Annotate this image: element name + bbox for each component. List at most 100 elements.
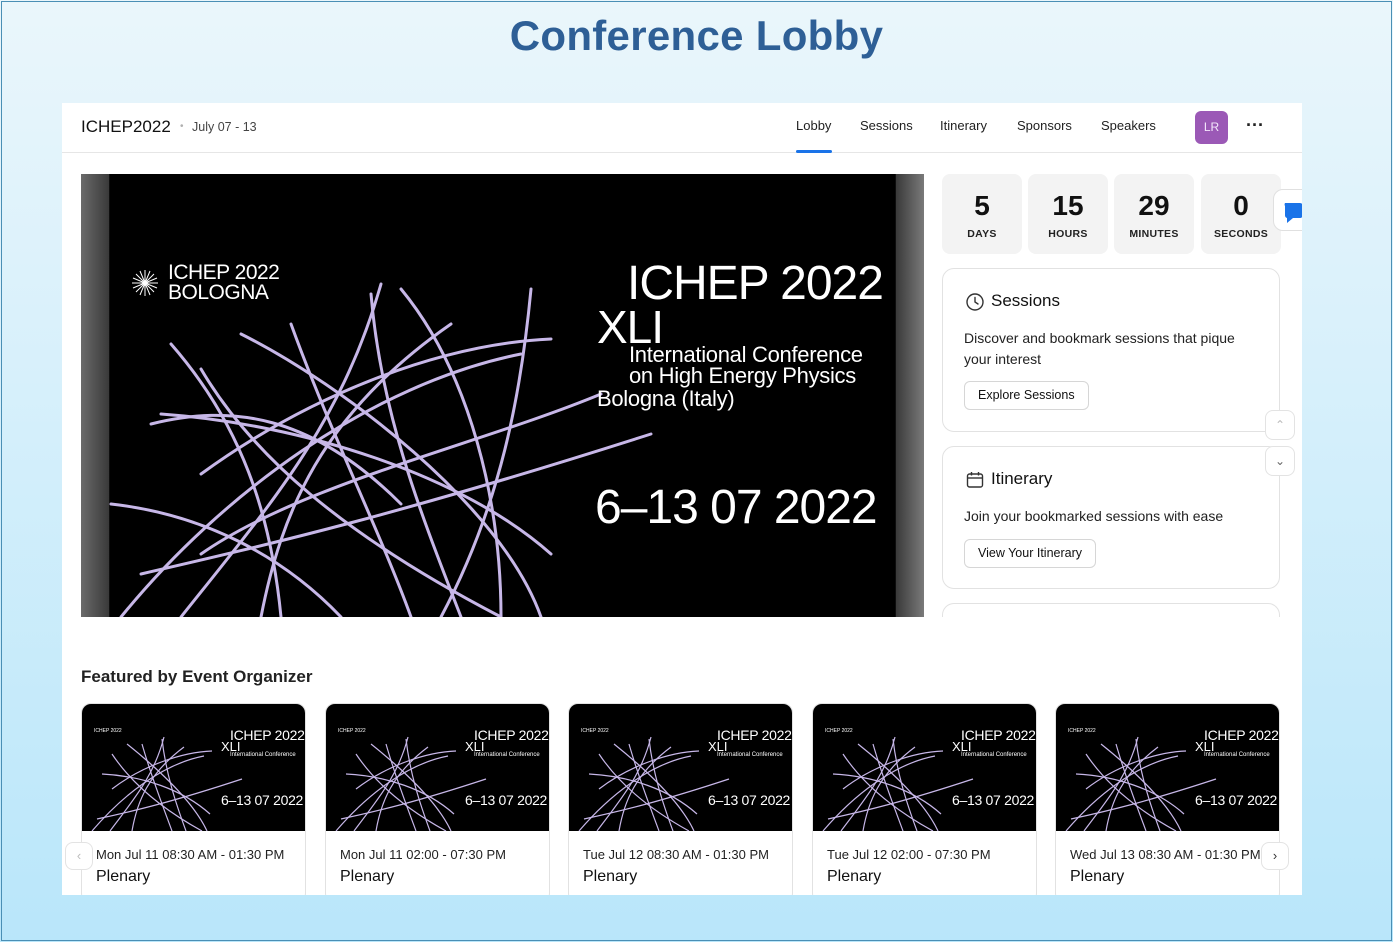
featured-name: Plenary [1070, 868, 1125, 885]
tab-sponsors[interactable]: Sponsors [1017, 118, 1072, 133]
top-bar: ICHEP2022 • July 07 - 13 Lobby Sessions … [62, 103, 1302, 153]
banner-logo-line1: ICHEP 2022 [168, 261, 280, 284]
thumbnail-subtitle: International Conference [1204, 752, 1270, 758]
thumbnail-logo: ICHEP 2022 [581, 728, 609, 734]
featured-card[interactable]: ICHEP 2022 ICHEP 2022 XLI International … [325, 703, 550, 895]
featured-card[interactable]: ICHEP 2022 ICHEP 2022 XLI International … [81, 703, 306, 895]
banner-title: ICHEP 2022 [627, 257, 884, 310]
bologna-logo-icon [132, 270, 158, 296]
featured-thumbnail: ICHEP 2022 ICHEP 2022 XLI International … [569, 704, 792, 831]
featured-time: Tue Jul 12 02:00 - 07:30 PM [827, 847, 991, 862]
app-window: ICHEP2022 • July 07 - 13 Lobby Sessions … [62, 103, 1302, 895]
countdown-label: HOURS [1048, 228, 1088, 240]
thumbnail-subtitle: International Conference [717, 752, 783, 758]
featured-time: Tue Jul 12 08:30 AM - 01:30 PM [583, 847, 769, 862]
thumbnail-date: 6–13 07 2022 [221, 792, 304, 808]
banner-logo-line2: BOLOGNA [168, 281, 269, 304]
featured-card[interactable]: ICHEP 2022 ICHEP 2022 XLI International … [812, 703, 1037, 895]
avatar[interactable]: LR [1195, 111, 1228, 144]
chevron-down-icon: ⌄ [1274, 454, 1286, 468]
featured-time: Mon Jul 11 08:30 AM - 01:30 PM [96, 847, 285, 862]
countdown-value: 15 [1052, 190, 1084, 221]
thumbnail-curves [335, 736, 487, 831]
thumbnail-date: 6–13 07 2022 [708, 792, 791, 808]
sessions-card-title: Sessions [991, 291, 1060, 310]
countdown-label: DAYS [967, 228, 997, 240]
countdown-label: SECONDS [1213, 228, 1269, 240]
calendar-icon [966, 472, 984, 488]
carousel-prev-button[interactable]: ‹ [65, 842, 93, 870]
thumbnail-curves [578, 736, 730, 831]
featured-name: Plenary [340, 868, 395, 885]
featured-card[interactable]: ICHEP 2022 ICHEP 2022 XLI International … [1055, 703, 1280, 895]
scroll-up-button[interactable]: ⌃ [1265, 410, 1295, 440]
chevron-right-icon: › [1272, 848, 1278, 863]
chat-bubble-icon [1284, 203, 1302, 223]
event-dates: July 07 - 13 [192, 120, 257, 134]
featured-time: Mon Jul 11 02:00 - 07:30 PM [340, 847, 506, 862]
featured-name: Plenary [96, 868, 151, 885]
thumbnail-logo: ICHEP 2022 [338, 728, 366, 734]
thumbnail-curves [822, 736, 974, 831]
thumbnail-title: ICHEP 2022 [230, 727, 305, 743]
chat-button[interactable] [1273, 189, 1302, 231]
countdown-label: MINUTES [1129, 228, 1179, 240]
scroll-down-button[interactable]: ⌄ [1265, 446, 1295, 476]
clock-icon [966, 293, 984, 311]
countdown-minutes: 29 MINUTES [1114, 174, 1194, 254]
thumbnail-subtitle: International Conference [230, 752, 296, 758]
chevron-up-icon: ⌃ [1274, 418, 1286, 432]
chevron-left-icon: ‹ [76, 848, 82, 863]
featured-time: Wed Jul 13 08:30 AM - 01:30 PM [1070, 847, 1261, 862]
thumbnail-title: ICHEP 2022 [717, 727, 792, 743]
countdown-value: 5 [974, 190, 990, 221]
tab-itinerary[interactable]: Itinerary [940, 118, 987, 133]
countdown-value: 0 [1233, 190, 1249, 221]
featured-thumbnail: ICHEP 2022 ICHEP 2022 XLI International … [1056, 704, 1279, 831]
thumbnail-curves [91, 736, 243, 831]
thumbnail-subtitle: International Conference [474, 752, 540, 758]
tab-speakers[interactable]: Speakers [1101, 118, 1156, 133]
thumbnail-date: 6–13 07 2022 [465, 792, 548, 808]
featured-thumbnail: ICHEP 2022 ICHEP 2022 XLI International … [326, 704, 549, 831]
countdown-hours: 15 HOURS [1028, 174, 1108, 254]
tab-lobby[interactable]: Lobby [796, 118, 831, 133]
page-title: Conference Lobby [509, 12, 884, 59]
thumbnail-subtitle: International Conference [961, 752, 1027, 758]
event-banner: ICHEP 2022 BOLOGNA ICHEP 2022 XLI Intern… [81, 174, 924, 617]
itinerary-card-title: Itinerary [991, 469, 1053, 488]
thumbnail-logo: ICHEP 2022 [1068, 728, 1096, 734]
itinerary-card-description: Join your bookmarked sessions with ease [964, 508, 1224, 524]
sessions-card-description: Discover and bookmark sessions that piqu… [964, 330, 1235, 367]
tab-sessions[interactable]: Sessions [860, 118, 913, 133]
itinerary-card: Itinerary Join your bookmarked sessions … [942, 446, 1280, 589]
separator-dot: • [180, 121, 184, 132]
thumbnail-date: 6–13 07 2022 [952, 792, 1035, 808]
view-itinerary-button[interactable]: View Your Itinerary [964, 539, 1096, 568]
thumbnail-curves [1065, 736, 1217, 831]
banner-curves [109, 270, 653, 617]
featured-thumbnail: ICHEP 2022 ICHEP 2022 XLI International … [82, 704, 305, 831]
banner-date: 6–13 07 2022 [595, 481, 878, 534]
featured-section-title: Featured by Event Organizer [81, 667, 313, 686]
thumbnail-logo: ICHEP 2022 [825, 728, 853, 734]
thumbnail-logo: ICHEP 2022 [94, 728, 122, 734]
featured-name: Plenary [827, 868, 882, 885]
countdown-value: 29 [1138, 190, 1170, 221]
carousel-next-button[interactable]: › [1261, 842, 1289, 870]
thumbnail-title: ICHEP 2022 [1204, 727, 1279, 743]
event-name[interactable]: ICHEP2022 [81, 117, 171, 137]
thumbnail-title: ICHEP 2022 [474, 727, 549, 743]
active-tab-indicator [796, 150, 832, 153]
sessions-card: Sessions Discover and bookmark sessions … [942, 268, 1280, 432]
banner-location: Bologna (Italy) [597, 386, 735, 411]
thumbnail-title: ICHEP 2022 [961, 727, 1036, 743]
explore-sessions-button[interactable]: Explore Sessions [964, 381, 1089, 410]
thumbnail-date: 6–13 07 2022 [1195, 792, 1278, 808]
countdown-days: 5 DAYS [942, 174, 1022, 254]
more-options-icon[interactable]: ··· [1246, 115, 1264, 136]
countdown-seconds: 0 SECONDS [1201, 174, 1281, 254]
featured-name: Plenary [583, 868, 638, 885]
featured-thumbnail: ICHEP 2022 ICHEP 2022 XLI International … [813, 704, 1036, 831]
featured-card[interactable]: ICHEP 2022 ICHEP 2022 XLI International … [568, 703, 793, 895]
